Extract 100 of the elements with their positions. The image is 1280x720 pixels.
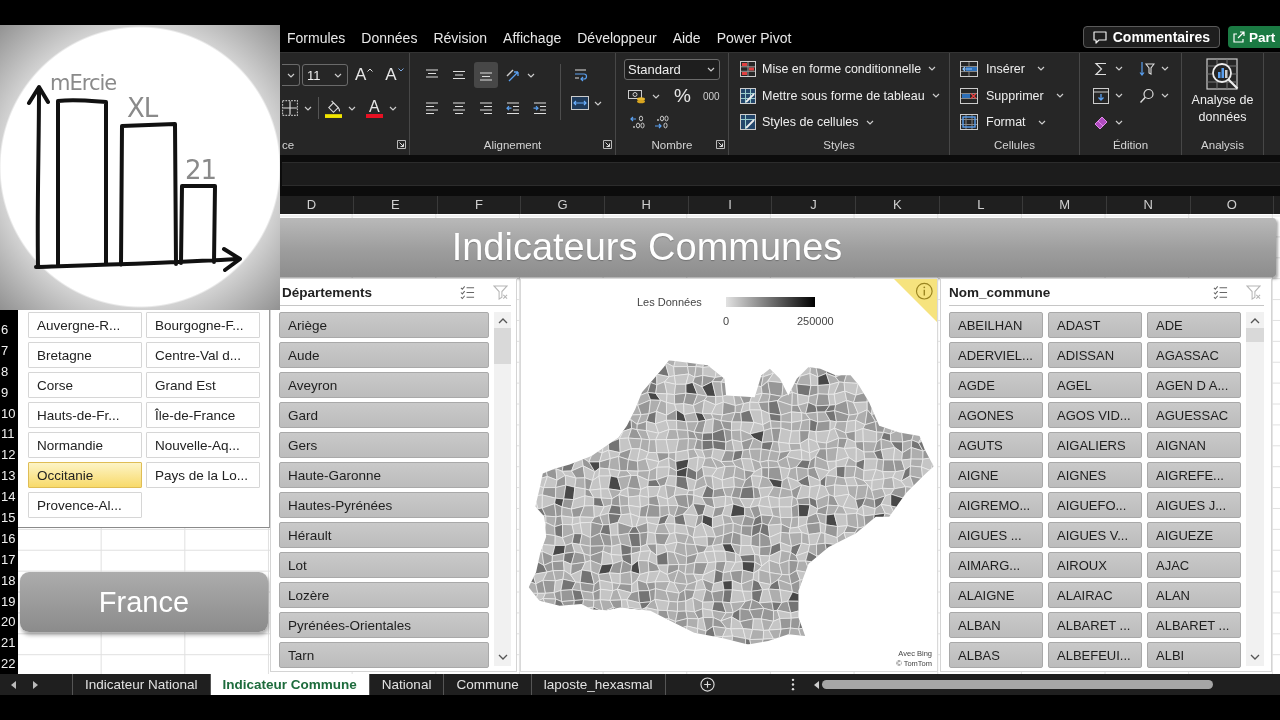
caret-icon[interactable] (652, 93, 660, 99)
scrollbar-thumb[interactable] (1246, 328, 1264, 342)
slicer-item[interactable]: Île-de-France (146, 402, 260, 428)
slicer-item[interactable]: Occitanie (28, 462, 142, 488)
slicer-item[interactable]: Provence-Al... (28, 492, 142, 518)
slicer-item[interactable]: ALAN (1147, 582, 1241, 608)
slicer-item[interactable]: Bourgogne-F... (146, 312, 260, 338)
row-number[interactable]: 18 (0, 570, 18, 592)
row-number[interactable]: 15 (0, 508, 18, 529)
font-shrink-button[interactable]: A (385, 65, 404, 85)
caret-icon[interactable] (1115, 93, 1123, 98)
row-number[interactable]: 21 (0, 633, 18, 655)
row-number[interactable]: 13 (0, 466, 18, 488)
multi-select-icon[interactable] (460, 284, 475, 300)
row-number[interactable]: 14 (0, 487, 18, 508)
caret-icon[interactable] (594, 100, 602, 106)
paint-bucket-icon[interactable] (325, 98, 342, 118)
row-number[interactable]: 7 (0, 340, 18, 362)
scroll-right-icon[interactable] (33, 680, 38, 689)
font-color-button[interactable]: A (366, 98, 383, 118)
slicer-item[interactable]: Pyrénées-Orientales (279, 612, 489, 638)
eraser-icon[interactable] (1093, 114, 1109, 131)
slicer-item[interactable]: AIGNES (1048, 462, 1142, 488)
menu-tab[interactable]: Révision (425, 25, 496, 52)
merge-cells-icon[interactable] (571, 95, 589, 111)
font-name-dropdown[interactable] (282, 64, 300, 86)
slicer-item[interactable]: ALAIGNE (949, 582, 1043, 608)
horizontal-scrollbar[interactable] (822, 680, 1213, 689)
slicer-item[interactable]: ADISSAN (1048, 342, 1142, 368)
caret-icon[interactable] (1115, 66, 1123, 72)
slicer-item[interactable]: Tarn (279, 642, 489, 668)
font-size-field[interactable]: 11 (302, 64, 348, 86)
comments-button[interactable]: Commentaires (1082, 26, 1220, 48)
caret-down-icon[interactable] (497, 654, 508, 660)
slicer-item[interactable]: AGDE (949, 372, 1043, 398)
row-number[interactable]: 6 (0, 320, 18, 341)
slicer-item[interactable]: AIGUEZE (1147, 522, 1241, 548)
row-number[interactable]: 20 (0, 612, 18, 634)
ribbon-command[interactable]: Insérer (960, 57, 1045, 81)
dialog-launcher-icon[interactable] (397, 140, 406, 149)
slicer-item[interactable]: Normandie (28, 432, 142, 458)
decimal-increase-icon[interactable] (630, 114, 646, 130)
caret-icon[interactable] (527, 72, 535, 78)
slicer-item[interactable]: AGUESSAC (1147, 402, 1241, 428)
slicer-item[interactable]: AIGUES J... (1147, 492, 1241, 518)
ribbon-command[interactable]: Mettre sous forme de tableau (740, 83, 940, 108)
dialog-launcher-icon[interactable] (603, 140, 612, 149)
slicer-item[interactable]: AIGREMO... (949, 492, 1043, 518)
row-number[interactable]: 17 (0, 549, 18, 571)
row-number[interactable]: 10 (0, 403, 18, 425)
info-icon[interactable] (894, 279, 937, 322)
wrap-text-icon[interactable] (573, 67, 589, 83)
slicer-item[interactable]: AIGALIERS (1048, 432, 1142, 458)
slicer-item[interactable]: AIROUX (1048, 552, 1142, 578)
caret-icon[interactable] (388, 105, 397, 111)
text-orientation-icon[interactable] (505, 67, 521, 83)
menu-tab[interactable]: Formules (279, 25, 354, 52)
caret-icon[interactable] (304, 105, 312, 111)
slicer-item[interactable]: AIGUEFO... (1048, 492, 1142, 518)
indent-decrease-icon[interactable] (505, 100, 521, 116)
caret-up-icon[interactable] (497, 318, 508, 324)
slicer-item[interactable]: ALBAS (949, 642, 1043, 668)
row-number[interactable]: 8 (0, 361, 18, 383)
indent-increase-icon[interactable] (532, 100, 548, 116)
menu-tab[interactable]: Power Pivot (708, 25, 800, 52)
slicer-item[interactable]: Lot (279, 552, 489, 578)
slicer-item[interactable]: Auvergne-R... (28, 312, 142, 338)
menu-tab[interactable]: Développeur (569, 25, 665, 52)
slicer-item[interactable]: ADE (1147, 312, 1241, 338)
scroll-left-icon[interactable] (814, 680, 819, 689)
vertical-scrollbar[interactable] (494, 312, 511, 666)
slicer-item[interactable]: ALBARET ... (1147, 612, 1241, 638)
number-format-dropdown[interactable]: Standard (624, 59, 720, 80)
slicer-item[interactable]: AGONES (949, 402, 1043, 428)
row-number[interactable]: 9 (0, 382, 18, 404)
caret-icon[interactable] (1161, 66, 1169, 72)
slicer-item[interactable]: Pays de la Lo... (146, 462, 260, 488)
slicer-item[interactable]: AGEN D A... (1147, 372, 1241, 398)
dialog-launcher-icon[interactable] (716, 140, 725, 149)
slicer-item[interactable]: Haute-Garonne (279, 462, 489, 488)
slicer-item[interactable]: AGASSAC (1147, 342, 1241, 368)
row-number[interactable]: 16 (0, 528, 18, 550)
percent-button[interactable]: % (674, 86, 691, 106)
row-number[interactable]: 12 (0, 445, 18, 467)
ribbon-command[interactable]: Supprimer (960, 83, 1064, 108)
caret-icon[interactable] (1115, 119, 1123, 125)
align-right-icon[interactable] (478, 100, 494, 116)
slicer-item[interactable]: Bretagne (28, 342, 142, 368)
slicer-item[interactable]: AGUTS (949, 432, 1043, 458)
caret-icon[interactable] (1161, 93, 1169, 98)
align-left-icon[interactable] (424, 100, 440, 116)
multi-select-icon[interactable] (1213, 284, 1228, 300)
slicer-item[interactable]: AIGNE (949, 462, 1043, 488)
fill-down-icon[interactable] (1093, 87, 1109, 104)
slicer-item[interactable]: AJAC (1147, 552, 1241, 578)
slicer-item[interactable]: Nouvelle-Aq... (146, 432, 260, 458)
font-grow-button[interactable]: A (355, 65, 374, 85)
slicer-item[interactable]: ADERVIEL... (949, 342, 1043, 368)
slicer-item[interactable]: AGEL (1048, 372, 1142, 398)
slicer-item[interactable]: AIGNAN (1147, 432, 1241, 458)
